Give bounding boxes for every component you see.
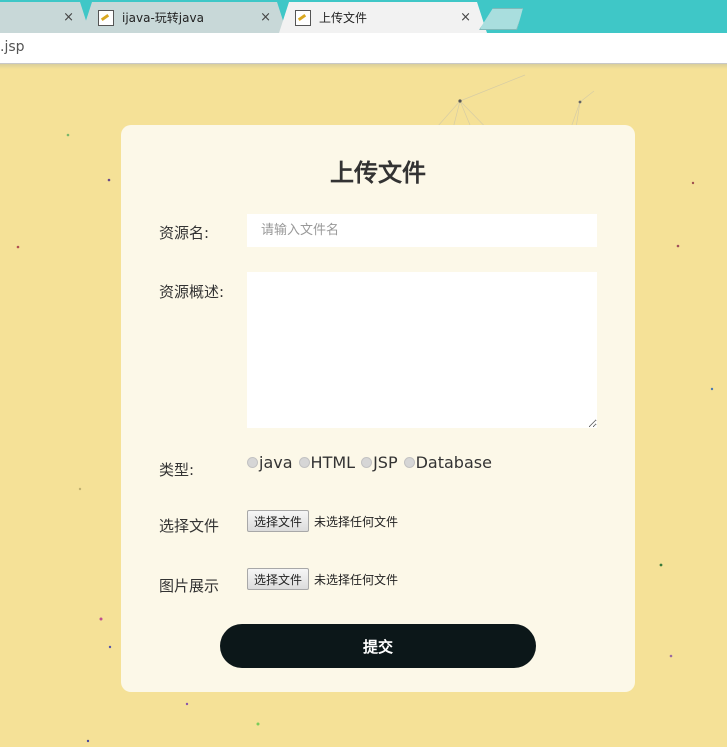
url-text: .jsp bbox=[0, 39, 25, 55]
image-file-row: 选择文件 未选择任何文件 bbox=[247, 568, 398, 590]
tab-ijava[interactable]: ijava-玩转java × bbox=[82, 2, 287, 33]
resource-name-input[interactable] bbox=[247, 214, 597, 247]
submit-button[interactable]: 提交 bbox=[220, 624, 536, 668]
close-icon[interactable]: × bbox=[63, 10, 74, 25]
new-tab-button[interactable] bbox=[479, 8, 525, 30]
close-icon[interactable]: × bbox=[260, 10, 271, 25]
choose-file-row: 选择文件 未选择任何文件 bbox=[247, 510, 398, 532]
radio-unchecked-icon[interactable] bbox=[403, 457, 415, 468]
radio-option-html[interactable]: HTML bbox=[298, 453, 356, 472]
tab-previous[interactable]: × bbox=[0, 2, 90, 33]
type-radio-group: java HTML JSP Database bbox=[247, 453, 498, 472]
page-icon bbox=[98, 10, 114, 26]
resource-description-textarea[interactable] bbox=[247, 272, 597, 428]
page-icon bbox=[295, 10, 311, 26]
radio-option-database[interactable]: Database bbox=[403, 453, 492, 472]
radio-option-java[interactable]: java bbox=[247, 453, 293, 472]
radio-label: java bbox=[259, 453, 293, 472]
address-bar[interactable]: .jsp bbox=[0, 33, 727, 64]
choose-file-label: 选择文件 bbox=[159, 517, 220, 535]
upload-form-card: 上传文件 资源名: 资源概述: 类型: java HTML JSP Databa… bbox=[121, 125, 635, 692]
file-status-text: 未选择任何文件 bbox=[314, 514, 399, 529]
tab-label: 上传文件 bbox=[319, 11, 368, 25]
tab-label: ijava-玩转java bbox=[122, 11, 204, 25]
resource-name-label: 资源名: bbox=[159, 224, 210, 242]
page-title: 上传文件 bbox=[330, 159, 426, 187]
radio-unchecked-icon[interactable] bbox=[298, 457, 310, 468]
radio-label: JSP bbox=[373, 453, 398, 472]
choose-file-button[interactable]: 选择文件 bbox=[247, 510, 310, 532]
radio-label: HTML bbox=[310, 453, 356, 472]
tab-upload-file[interactable]: 上传文件 × bbox=[279, 2, 487, 33]
type-label: 类型: bbox=[159, 461, 195, 479]
radio-option-jsp[interactable]: JSP bbox=[361, 453, 398, 472]
choose-image-button[interactable]: 选择文件 bbox=[247, 568, 310, 590]
radio-label: Database bbox=[415, 453, 492, 472]
image-display-label: 图片展示 bbox=[159, 577, 220, 595]
image-status-text: 未选择任何文件 bbox=[314, 572, 399, 587]
radio-unchecked-icon[interactable] bbox=[361, 457, 373, 468]
close-icon[interactable]: × bbox=[460, 10, 471, 25]
browser-tab-bar: × ijava-玩转java × 上传文件 × bbox=[0, 0, 727, 33]
radio-unchecked-icon[interactable] bbox=[247, 457, 258, 468]
resource-description-label: 资源概述: bbox=[159, 283, 225, 301]
